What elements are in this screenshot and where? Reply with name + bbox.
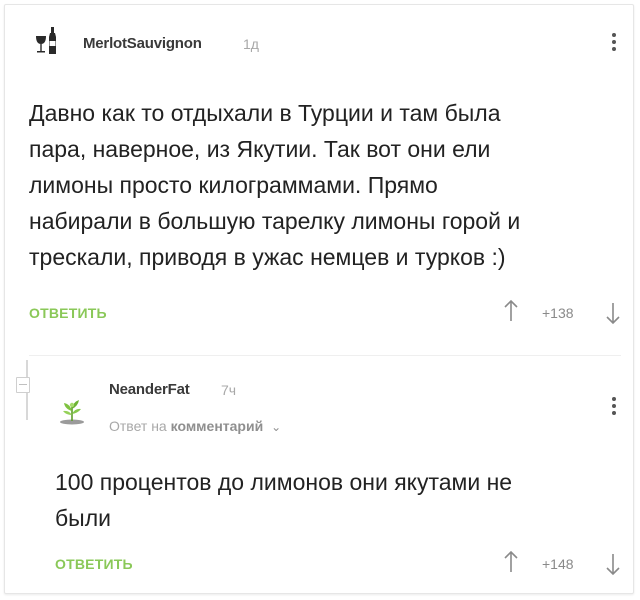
comment-timestamp: 7ч (221, 382, 237, 398)
downvote-arrow-icon[interactable] (605, 301, 621, 325)
comment-username[interactable]: NeanderFat (109, 381, 190, 398)
reply-to-link[interactable]: Ответ на комментарий ⌄ (109, 418, 281, 434)
more-options-icon[interactable] (611, 33, 617, 55)
comments-panel: MerlotSauvignon 1д Давно как то отдыхали… (4, 4, 634, 594)
upvote-arrow-icon[interactable] (503, 550, 519, 574)
comment-divider (29, 355, 621, 356)
comment-text: Давно как то отдыхали в Турции и там был… (29, 100, 521, 270)
comment-timestamp: 1д (243, 36, 259, 52)
comment-username[interactable]: MerlotSauvignon (83, 35, 202, 52)
more-options-icon[interactable] (611, 397, 617, 419)
avatar[interactable] (29, 23, 63, 57)
reply-button[interactable]: ОТВЕТИТЬ (29, 305, 107, 321)
upvote-arrow-icon[interactable] (503, 299, 519, 323)
reply-button[interactable]: ОТВЕТИТЬ (55, 556, 133, 572)
comment-rating: +138 (542, 305, 574, 321)
comment-rating: +148 (542, 556, 574, 572)
downvote-arrow-icon[interactable] (605, 552, 621, 576)
reply-to-target[interactable]: комментарий (171, 418, 264, 434)
avatar[interactable] (55, 393, 89, 427)
collapse-thread-icon[interactable] (16, 377, 30, 393)
reply-to-prefix: Ответ на (109, 418, 167, 434)
wine-bottle-glass-icon (31, 25, 61, 55)
green-plant-icon (60, 400, 84, 425)
comment-text: 100 процентов до лимонов они якутами не … (55, 469, 513, 531)
chevron-down-icon[interactable]: ⌄ (271, 420, 281, 434)
